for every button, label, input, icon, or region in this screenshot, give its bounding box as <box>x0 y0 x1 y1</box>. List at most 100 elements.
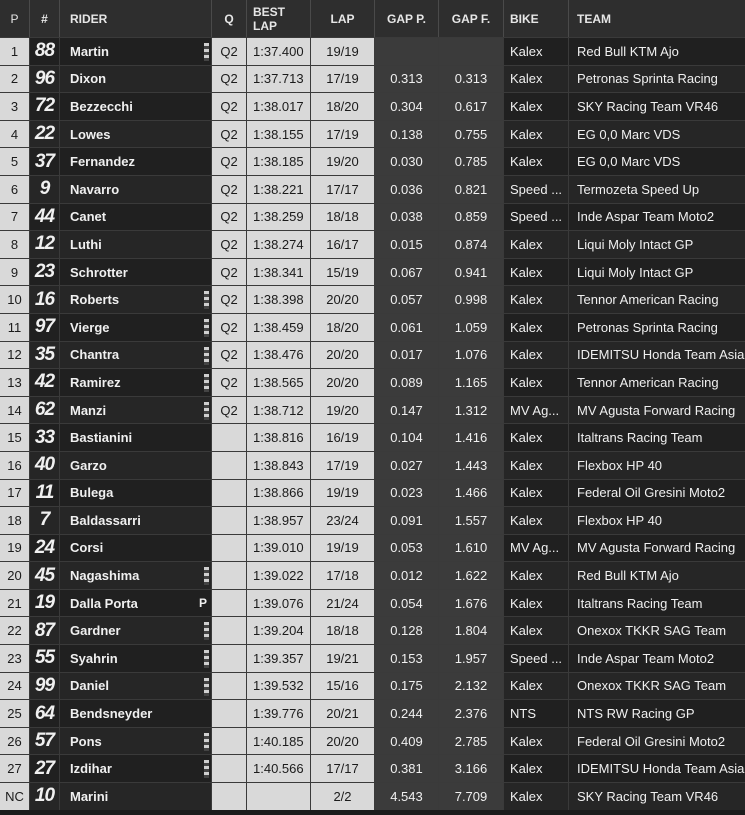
table-row[interactable]: 18 7 Baldassarri 1:38.957 23/24 0.091 1.557 Kal… <box>0 506 745 534</box>
gap-first-cell: 1.076 <box>439 341 504 369</box>
rider-number: 72 <box>30 93 60 120</box>
gap-first-cell: 1.312 <box>439 396 504 424</box>
rider-name-label: Ramirez <box>70 374 121 390</box>
table-row[interactable]: NC 10 Marini 2/2 4.543 7.709 Kalex SKY Racing T… <box>0 782 745 810</box>
table-row[interactable]: 26 57 Pons 1:40.185 20/20 0.409 2.785 Kalex Fede… <box>0 726 745 755</box>
table-row[interactable]: 22 87 Gardner 1:39.204 18/18 0.128 1.804 Kalex O… <box>0 616 745 645</box>
rider-name: Baldassarri <box>60 507 212 534</box>
table-row[interactable]: 25 64 Bendsneyder 1:39.776 20/21 0.244 2.376 NT… <box>0 699 745 727</box>
gap-first-cell: 2.132 <box>439 672 504 700</box>
table-row[interactable]: 11 97 Vierge Q2 1:38.459 18/20 0.061 1.059 Kalex… <box>0 312 745 341</box>
rider-name: Bastianini <box>60 424 212 451</box>
rider-name: Izdihar <box>60 755 212 783</box>
gap-first-cell: 1.804 <box>439 617 504 645</box>
bike-cell: Kalex <box>504 148 569 175</box>
table-header: P # RIDER Q BEST LAP LAP GAP P. GAP F. B… <box>0 0 745 37</box>
table-row[interactable]: 10 16 Roberts Q2 1:38.398 20/20 0.057 0.998 Kale… <box>0 285 745 313</box>
header-gap-previous[interactable]: GAP P. <box>375 0 439 37</box>
lap-cell: 19/20 <box>311 396 375 424</box>
rider-name-label: Lowes <box>70 126 111 142</box>
qualifying-cell: Q2 <box>212 65 247 93</box>
header-bike[interactable]: BIKE <box>504 0 569 37</box>
qualifying-cell <box>212 727 247 755</box>
header-rider[interactable]: RIDER <box>60 0 212 37</box>
qualifying-cell <box>212 507 247 534</box>
header-q[interactable]: Q <box>212 0 247 37</box>
best-lap-cell: 1:38.712 <box>247 396 311 424</box>
table-row[interactable]: 12 35 Chantra Q2 1:38.476 20/20 0.017 1.076 Kale… <box>0 340 745 369</box>
position-cell: 6 <box>0 175 30 203</box>
table-row[interactable]: 23 55 Syahrin 1:39.357 19/21 0.153 1.957 Speed … <box>0 644 745 672</box>
gap-first-cell: 1.443 <box>439 451 504 479</box>
rider-name: Corsi <box>60 534 212 562</box>
qualifying-cell: Q2 <box>212 38 247 65</box>
table-row[interactable]: 16 40 Garzo 1:38.843 17/19 0.027 1.443 Kalex Fle… <box>0 450 745 479</box>
table-row[interactable]: 1 88 Martin Q2 1:37.400 19/19 Kalex Red Bull KT… <box>0 37 745 65</box>
bike-cell: Kalex <box>504 38 569 65</box>
table-row[interactable]: 21 19 Dalla Porta P 1:39.076 21/24 0.054 1.676 K… <box>0 588 745 617</box>
table-row[interactable]: 17 11 Bulega 1:38.866 19/19 0.023 1.466 Kalex Fe… <box>0 478 745 507</box>
team-cell: Petronas Sprinta Racing <box>577 319 718 335</box>
rider-name-label: Pons <box>70 733 102 749</box>
header-team[interactable]: TEAM <box>569 0 745 37</box>
table-row[interactable]: 14 62 Manzi Q2 1:38.712 19/20 0.147 1.312 MV Ag.… <box>0 395 745 424</box>
bike-cell: MV Ag... <box>504 396 569 424</box>
team-cell: Liqui Moly Intact GP <box>577 264 694 280</box>
bike-cell: NTS <box>504 700 569 727</box>
header-gap-first[interactable]: GAP F. <box>439 0 504 37</box>
qualifying-cell: Q2 <box>212 175 247 203</box>
gap-previous-cell: 0.030 <box>375 148 439 175</box>
rider-name: Chantra <box>60 341 212 369</box>
table-row[interactable]: 20 45 Nagashima 1:39.022 17/18 0.012 1.622 Kale… <box>0 561 745 589</box>
rider-name: Martin <box>60 38 212 65</box>
checkered-flag-icon <box>204 677 209 696</box>
table-row[interactable]: 5 37 Fernandez Q2 1:38.185 19/20 0.030 0.785 Kal… <box>0 147 745 175</box>
gap-previous-cell: 0.304 <box>375 93 439 120</box>
header-lap[interactable]: LAP <box>311 0 375 37</box>
header-best-lap[interactable]: BEST LAP <box>247 0 311 37</box>
table-row[interactable]: 8 12 Luthi Q2 1:38.274 16/17 0.015 0.874 Kalex Li… <box>0 230 745 258</box>
table-row[interactable]: 19 24 Corsi 1:39.010 19/19 0.053 1.610 MV Ag...… <box>0 533 745 562</box>
rider-number: 12 <box>30 231 60 258</box>
checkered-flag-icon <box>204 760 209 779</box>
table-row[interactable]: 9 23 Schrotter Q2 1:38.341 15/19 0.067 0.941 Kal… <box>0 257 745 286</box>
rider-name: Ramirez <box>60 369 212 396</box>
gap-previous-cell: 0.175 <box>375 672 439 700</box>
gap-first-cell: 1.466 <box>439 479 504 507</box>
table-row[interactable]: 7 44 Canet Q2 1:38.259 18/18 0.038 0.859 Speed .… <box>0 202 745 231</box>
gap-previous-cell <box>375 38 439 65</box>
position-cell: 13 <box>0 369 30 396</box>
table-row[interactable]: 27 27 Izdihar 1:40.566 17/17 0.381 3.166 Kalex I… <box>0 754 745 783</box>
table-row[interactable]: 15 33 Bastianini 1:38.816 16/19 0.104 1.416 Kal… <box>0 423 745 451</box>
table-row[interactable]: 2 96 Dixon Q2 1:37.713 17/19 0.313 0.313 Kalex Pe… <box>0 64 745 93</box>
rider-name-label: Luthi <box>70 236 102 252</box>
table-row[interactable]: 4 22 Lowes Q2 1:38.155 17/19 0.138 0.755 Kalex EG… <box>0 119 745 148</box>
table-row[interactable]: 13 42 Ramirez Q2 1:38.565 20/20 0.089 1.165 Kale… <box>0 368 745 396</box>
gap-previous-cell: 0.061 <box>375 313 439 341</box>
rider-number: 10 <box>30 783 60 810</box>
table-row[interactable]: 6 9 Navarro Q2 1:38.221 17/17 0.036 0.821 Speed … <box>0 174 745 203</box>
team-cell: IDEMITSU Honda Team Asia <box>577 347 745 363</box>
rider-name-label: Vierge <box>70 319 110 335</box>
best-lap-cell: 1:38.816 <box>247 424 311 451</box>
rider-number: 7 <box>30 507 60 534</box>
rider-number: 27 <box>30 755 60 783</box>
position-cell: 3 <box>0 93 30 120</box>
rider-name-label: Dalla Porta <box>70 595 138 611</box>
header-position[interactable]: P <box>0 0 30 37</box>
qualifying-cell: Q2 <box>212 93 247 120</box>
bike-cell: Kalex <box>504 562 569 589</box>
rider-name-label: Bezzecchi <box>70 98 133 114</box>
header-number[interactable]: # <box>30 0 60 37</box>
checkered-flag-icon <box>204 401 209 420</box>
bike-cell: Speed ... <box>504 203 569 231</box>
qualifying-cell <box>212 617 247 645</box>
bike-cell: Kalex <box>504 65 569 93</box>
bike-cell: Kalex <box>504 479 569 507</box>
rider-number: 23 <box>30 258 60 286</box>
rider-name-label: Nagashima <box>70 568 140 584</box>
table-row[interactable]: 24 99 Daniel 1:39.532 15/16 0.175 2.132 Kalex On… <box>0 671 745 700</box>
best-lap-cell: 1:38.017 <box>247 93 311 120</box>
table-row[interactable]: 3 72 Bezzecchi Q2 1:38.017 18/20 0.304 0.617 Kal… <box>0 92 745 120</box>
team-cell: Red Bull KTM Ajo <box>577 43 679 59</box>
